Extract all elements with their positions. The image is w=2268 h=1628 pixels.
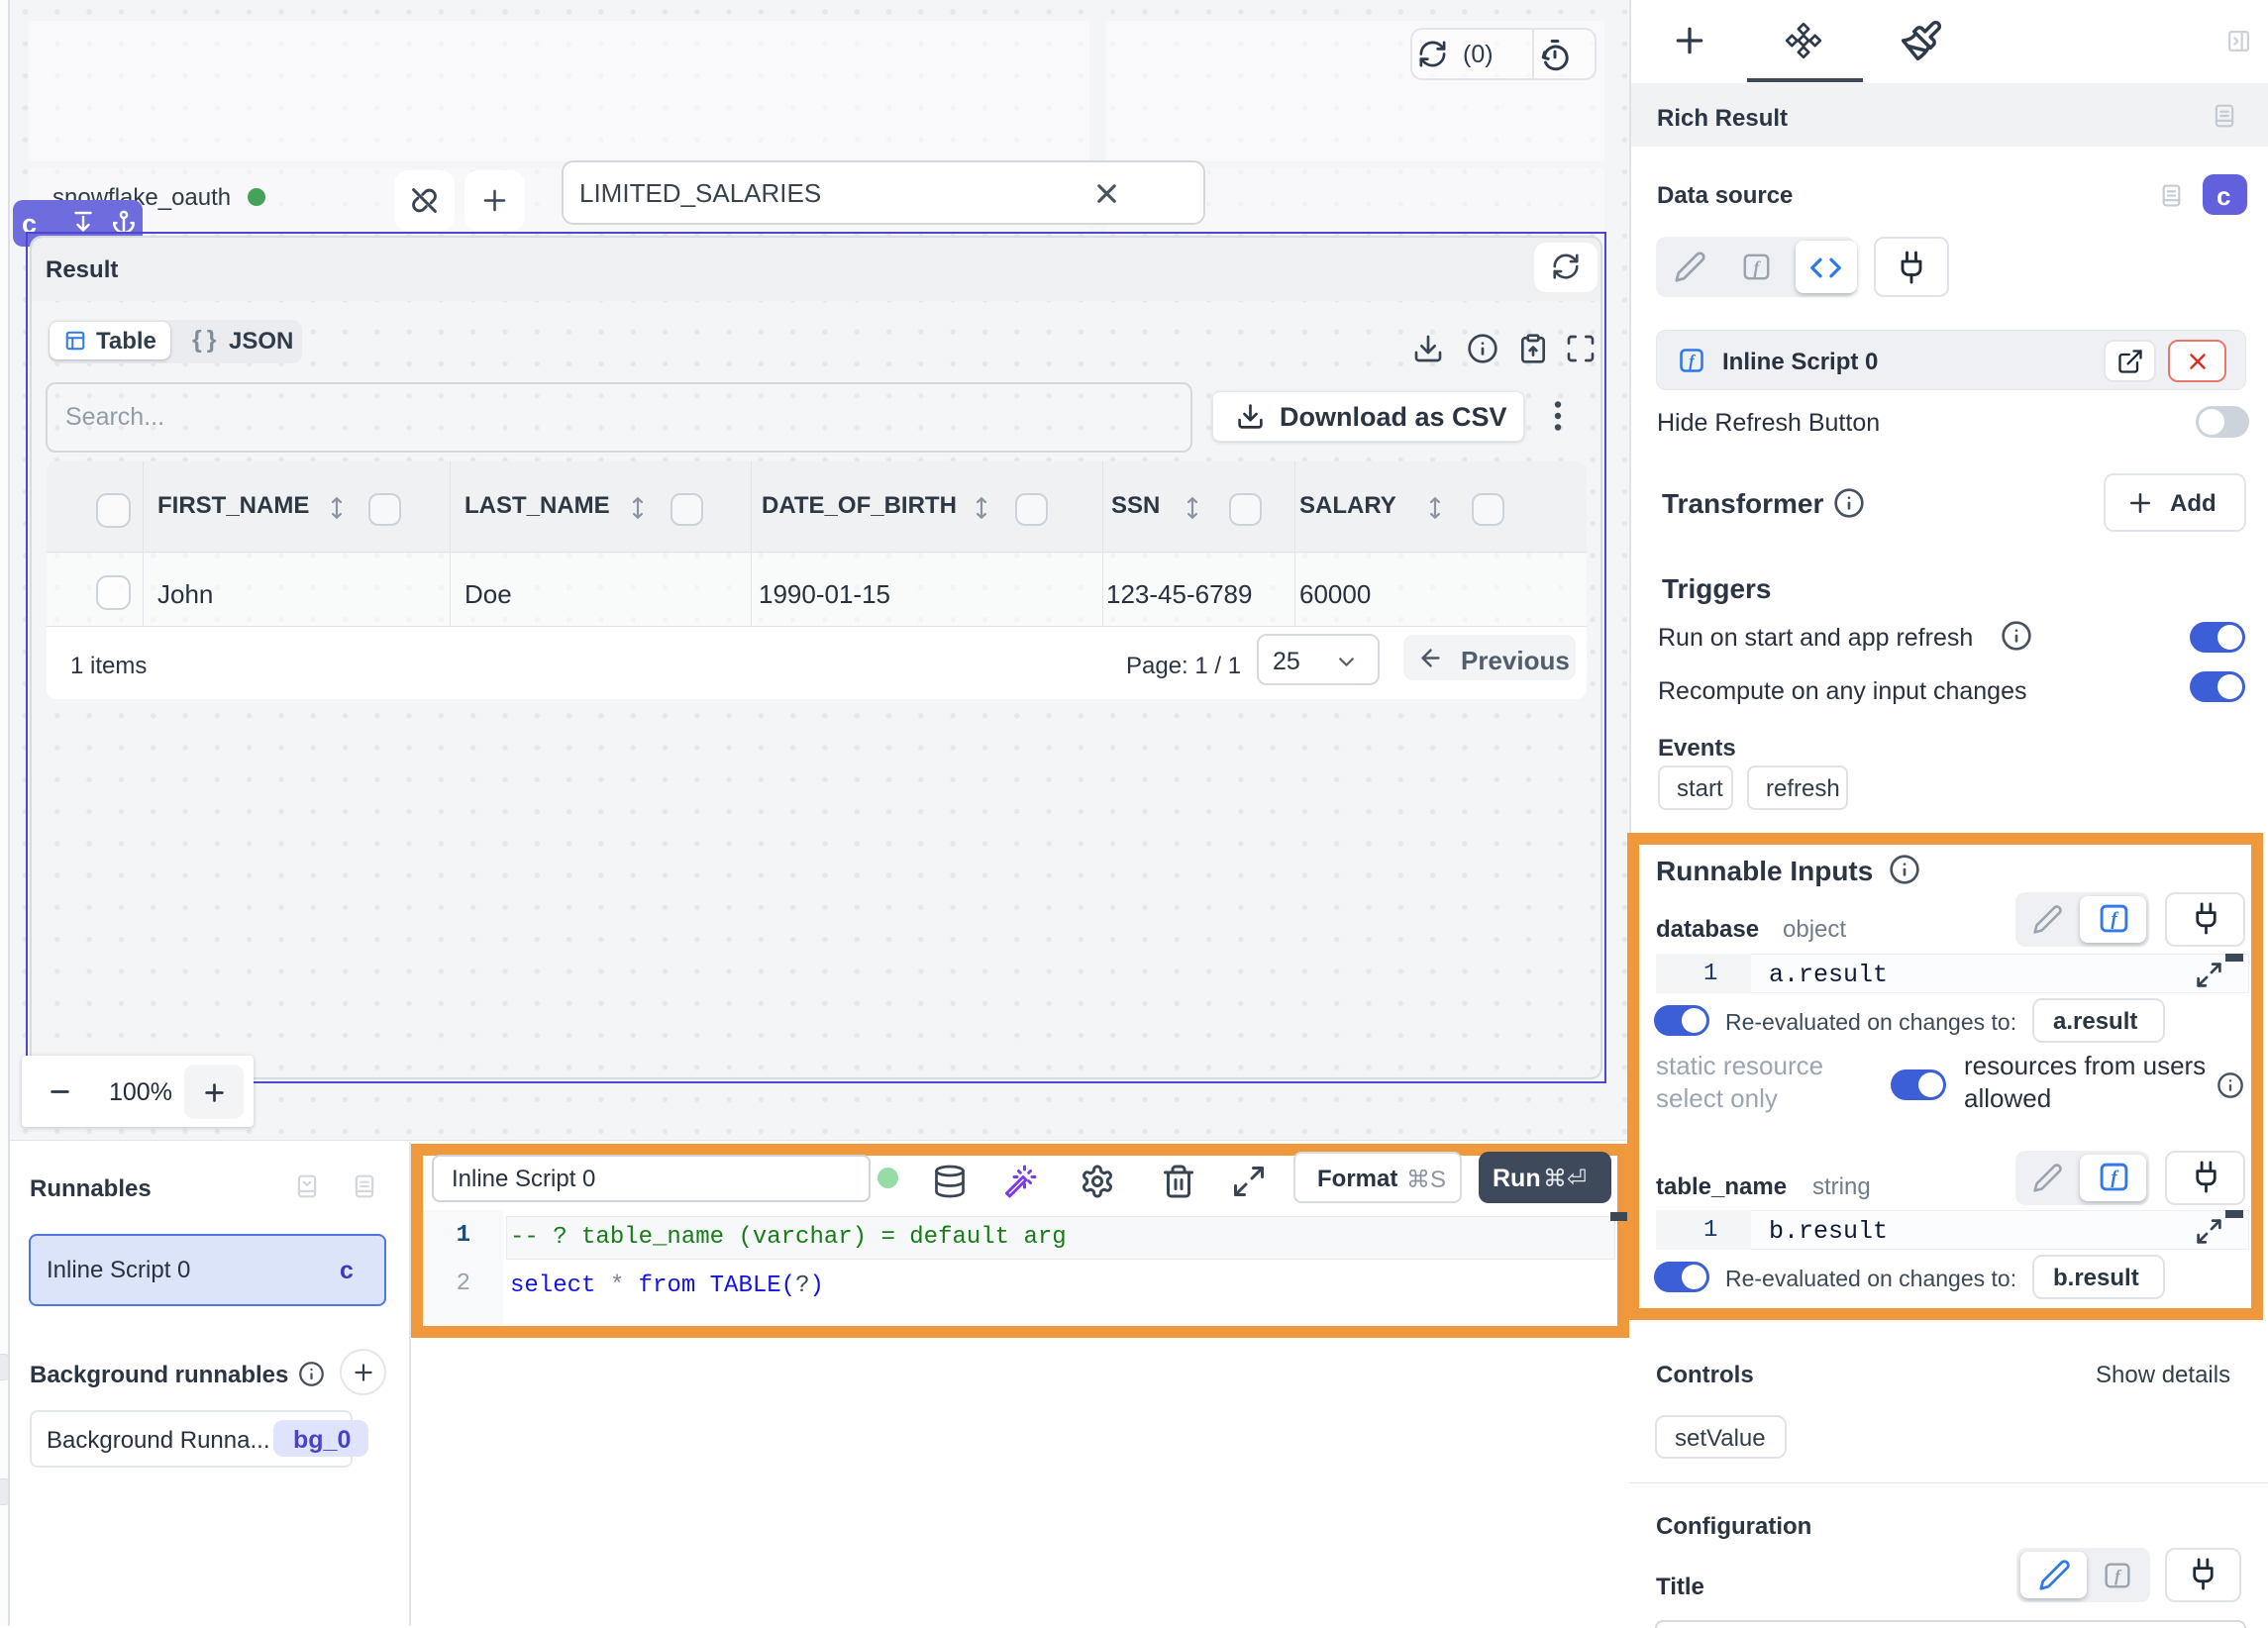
- svg-text:f: f: [1689, 352, 1696, 370]
- svg-text:f: f: [2111, 1168, 2118, 1188]
- svg-text:f: f: [2111, 909, 2118, 930]
- svg-text:f: f: [2114, 1567, 2122, 1585]
- svg-text:f: f: [1754, 257, 1762, 277]
